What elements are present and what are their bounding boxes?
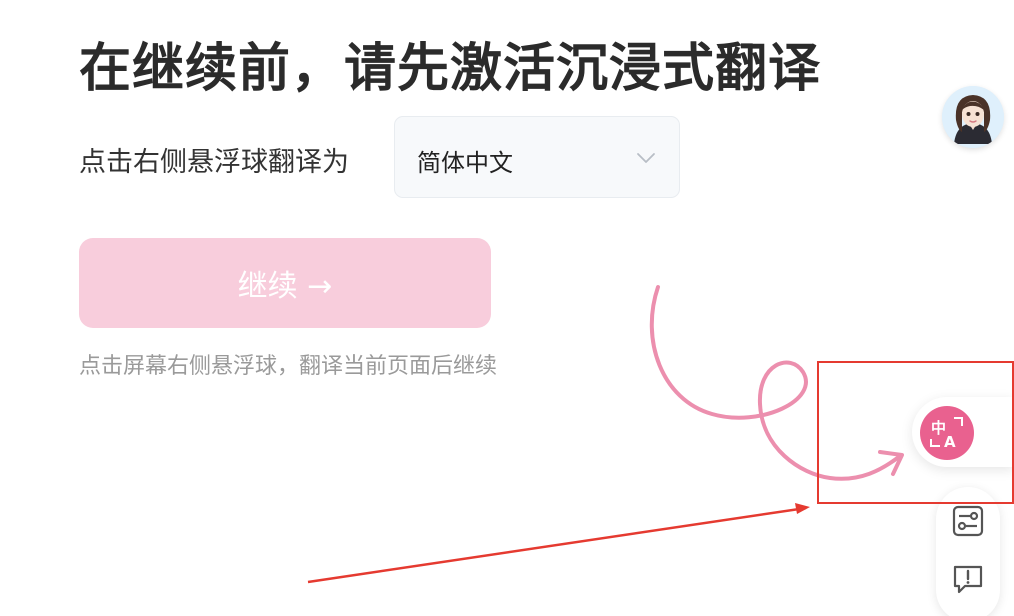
avatar[interactable] <box>942 86 1004 148</box>
side-panel <box>936 487 1000 616</box>
language-select-value: 简体中文 <box>417 149 513 177</box>
instruction-label: 点击右侧悬浮球翻译为 <box>79 147 349 178</box>
red-arrow-line <box>307 506 807 584</box>
feedback-button[interactable] <box>950 561 986 597</box>
red-arrowhead <box>795 503 810 514</box>
hint-text: 点击屏幕右侧悬浮球，翻译当前页面后继续 <box>79 354 498 379</box>
highlight-box <box>817 361 1014 504</box>
chevron-down-icon <box>637 153 655 163</box>
continue-button[interactable]: 继续 → <box>79 238 491 328</box>
settings-button[interactable] <box>950 503 986 539</box>
language-select[interactable]: 简体中文 <box>394 116 680 198</box>
page-title: 在继续前，请先激活沉浸式翻译 <box>79 39 822 99</box>
avatar-image <box>942 86 1004 148</box>
settings-sliders-icon <box>952 505 984 537</box>
feedback-icon <box>953 565 983 594</box>
